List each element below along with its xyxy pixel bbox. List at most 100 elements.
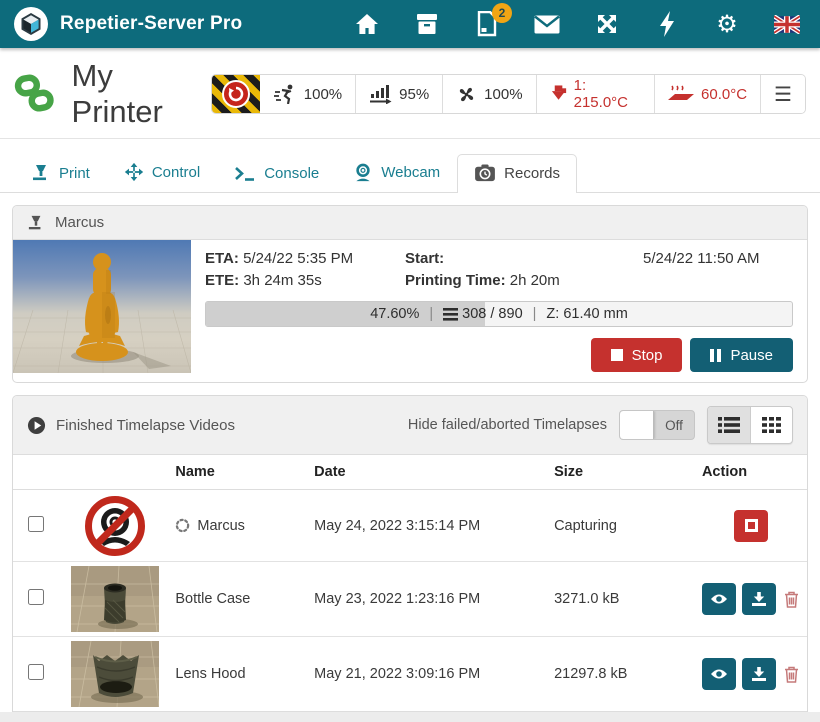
- tab-console[interactable]: Console: [217, 155, 336, 193]
- power-actions-icon[interactable]: [654, 11, 680, 37]
- connection-link-icon[interactable]: [14, 74, 56, 114]
- status-extruder-temp[interactable]: 1: 215.0°C: [537, 75, 655, 113]
- eta-value: 5/24/22 5:35 PM: [243, 250, 353, 267]
- grid-view-button[interactable]: [750, 407, 792, 443]
- grid-view-icon: [762, 416, 782, 434]
- print-panel-body: ETA: 5/24/22 5:35 PM Start: 5/24/22 11:5…: [13, 240, 807, 382]
- pause-icon: [710, 349, 721, 362]
- ete-label: ETE:: [205, 272, 239, 289]
- tab-print[interactable]: Print: [14, 154, 107, 193]
- layer-progress: 308 / 890: [462, 306, 522, 322]
- stop-button-label: Stop: [632, 347, 663, 364]
- play-circle-icon: [27, 416, 46, 435]
- toggle-knob: [620, 411, 654, 439]
- records-tab-icon: [474, 164, 496, 182]
- status-flow[interactable]: 95%: [356, 75, 443, 113]
- bottle-case-thumbnail: [71, 566, 159, 632]
- video-name: Bottle Case: [169, 562, 308, 637]
- video-date: May 23, 2022 1:23:16 PM: [308, 562, 548, 637]
- stop-button[interactable]: Stop: [591, 338, 683, 372]
- row-checkbox[interactable]: [28, 589, 44, 605]
- printer-tabs: Print Control Console Webcam: [0, 139, 820, 193]
- emergency-stop-icon: [222, 80, 250, 108]
- stop-icon: [611, 349, 623, 361]
- stop-capture-button[interactable]: [734, 510, 768, 542]
- language-flag-icon[interactable]: [774, 11, 800, 37]
- extruder-icon: [550, 84, 567, 104]
- settings-gear-icon[interactable]: ⚙: [714, 11, 740, 37]
- pause-button[interactable]: Pause: [690, 338, 793, 372]
- tab-records-label: Records: [504, 165, 560, 182]
- eye-icon: [710, 668, 728, 680]
- queue-count-badge: 2: [492, 3, 512, 23]
- video-date: May 21, 2022 3:09:16 PM: [308, 637, 548, 712]
- row-checkbox[interactable]: [28, 664, 44, 680]
- start-label: Start:: [405, 250, 444, 267]
- view-mode-switcher: [707, 406, 793, 444]
- trash-icon: [784, 591, 799, 608]
- pause-button-label: Pause: [730, 347, 773, 364]
- video-size: Capturing: [548, 490, 696, 562]
- repetier-logo[interactable]: [14, 7, 48, 41]
- row-checkbox[interactable]: [28, 516, 44, 532]
- fullscreen-icon[interactable]: [594, 11, 620, 37]
- eye-icon: [710, 593, 728, 605]
- print-queue-icon[interactable]: 2: [474, 11, 500, 37]
- delete-video-button[interactable]: [782, 666, 801, 683]
- print-action-buttons: Stop Pause: [205, 338, 793, 374]
- layers-icon: [443, 308, 458, 321]
- tab-records[interactable]: Records: [457, 154, 577, 193]
- video-name: Marcus: [197, 518, 245, 534]
- printing-time-label: Printing Time:: [405, 272, 506, 289]
- flow-icon: [369, 84, 392, 104]
- tab-console-label: Console: [264, 165, 319, 182]
- status-fan[interactable]: 100%: [443, 75, 536, 113]
- status-speed[interactable]: 100%: [260, 75, 356, 113]
- status-bed-temp[interactable]: 60.0°C: [655, 75, 761, 113]
- print-progress-bar: 47.60% | 308 / 890 | Z: 61.40 mm: [205, 301, 793, 327]
- bed-icon: [668, 84, 694, 104]
- print-time-info: ETA: 5/24/22 5:35 PM Start: 5/24/22 11:5…: [205, 250, 793, 289]
- stop-capture-icon: [745, 519, 758, 532]
- progress-text: 47.60% | 308 / 890 | Z: 61.40 mm: [206, 302, 792, 326]
- no-webcam-icon: [84, 495, 146, 557]
- hide-failed-toggle[interactable]: Off: [619, 410, 695, 440]
- hamburger-icon: ☰: [774, 82, 792, 107]
- view-video-button[interactable]: [702, 583, 736, 615]
- print-info: ETA: 5/24/22 5:35 PM Start: 5/24/22 11:5…: [191, 240, 807, 382]
- tab-control[interactable]: Control: [107, 152, 217, 193]
- view-video-button[interactable]: [702, 658, 736, 690]
- top-navigation-bar: Repetier-Server Pro 2: [0, 0, 820, 48]
- list-view-button[interactable]: [708, 407, 750, 443]
- job-print-icon: [27, 215, 45, 231]
- table-row-lens-hood: Lens Hood May 21, 2022 3:09:16 PM 21297.…: [13, 637, 807, 712]
- print-tab-icon: [31, 164, 51, 182]
- archive-box-icon[interactable]: [414, 11, 440, 37]
- trash-icon: [784, 666, 799, 683]
- speed-value: 100%: [304, 86, 342, 103]
- table-header-row: Name Date Size Action: [13, 455, 807, 490]
- printer-menu-button[interactable]: ☰: [761, 75, 805, 113]
- page: Repetier-Server Pro 2: [0, 0, 820, 722]
- extruder-temp-value: 1: 215.0°C: [574, 77, 641, 111]
- current-print-panel: Marcus: [12, 205, 808, 383]
- download-video-button[interactable]: [742, 583, 776, 615]
- printer-status-bar: 100% 95% 100%: [211, 74, 806, 114]
- column-date: Date: [308, 455, 548, 490]
- delete-video-button[interactable]: [782, 591, 801, 608]
- tab-webcam-label: Webcam: [381, 164, 440, 181]
- timelapse-panel: Finished Timelapse Videos Hide failed/ab…: [12, 395, 808, 722]
- job-name: Marcus: [55, 214, 104, 231]
- timelapse-table: Name Date Size Action: [13, 455, 807, 712]
- control-tab-icon: [124, 162, 144, 182]
- hide-failed-label: Hide failed/aborted Timelapses: [408, 417, 607, 433]
- emergency-stop-button[interactable]: [212, 75, 260, 113]
- timelapse-panel-header: Finished Timelapse Videos Hide failed/ab…: [13, 396, 807, 455]
- download-video-button[interactable]: [742, 658, 776, 690]
- home-icon[interactable]: [354, 11, 380, 37]
- toggle-state-label: Off: [654, 418, 694, 433]
- tab-webcam[interactable]: Webcam: [336, 152, 457, 193]
- messages-icon[interactable]: [534, 11, 560, 37]
- timelapse-title-group: Finished Timelapse Videos: [27, 416, 235, 435]
- video-size: 3271.0 kB: [548, 562, 696, 637]
